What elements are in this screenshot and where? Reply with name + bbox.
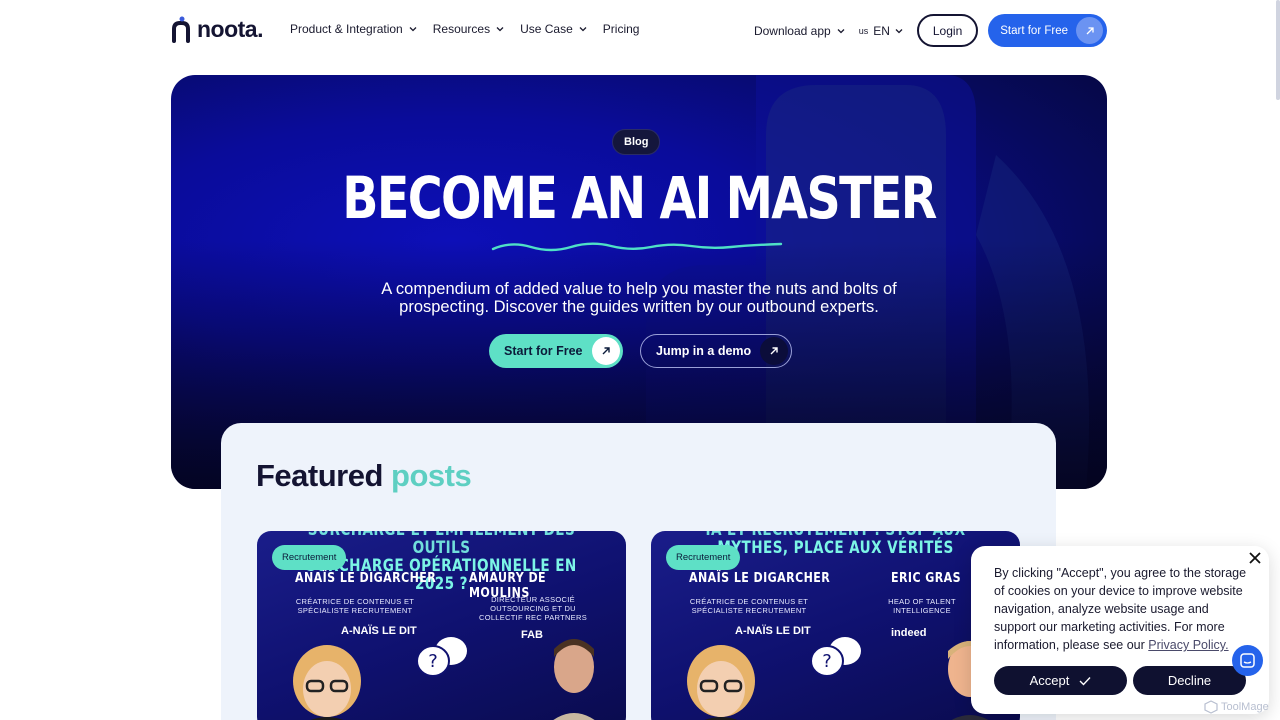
- category-tag[interactable]: Recrutement: [666, 545, 741, 570]
- language-code: EN: [873, 23, 890, 38]
- person2-brand: indeed: [891, 627, 927, 639]
- close-icon[interactable]: [1248, 551, 1262, 565]
- card-header-top: IA ET RECRUTEMENT : STOP AUX: [688, 531, 983, 539]
- chevron-down-icon: [895, 28, 903, 33]
- blog-pill: Blog: [612, 129, 661, 155]
- person1-brand: A-NAÏS LE DIT: [735, 625, 811, 637]
- us-flag-icon: us: [858, 25, 869, 36]
- accept-button[interactable]: Accept: [994, 666, 1127, 695]
- check-icon: [1079, 676, 1091, 686]
- person1-role: CRÉATRICE DE CONTENUS ET SPÉCIALISTE REC…: [689, 597, 809, 615]
- download-app-label: Download app: [753, 23, 831, 38]
- chevron-down-icon: [496, 27, 504, 32]
- cta-label: Start for Free: [1000, 24, 1068, 37]
- nav-link-label: Resources: [432, 22, 491, 36]
- chat-widget-icon[interactable]: [1232, 645, 1263, 676]
- watermark: ToolMage: [1204, 700, 1269, 714]
- logo-text: noota.: [197, 15, 264, 42]
- person2-role: HEAD OF TALENT INTELLIGENCE: [888, 597, 956, 615]
- nav-use-case[interactable]: Use Case: [520, 22, 587, 36]
- arrow-up-right-icon: [760, 337, 789, 365]
- svg-text:?: ?: [428, 651, 438, 672]
- arrow-up-right-icon: [591, 337, 620, 365]
- decline-button[interactable]: Decline: [1133, 666, 1246, 695]
- card-header-main: MYTHES, PLACE AUX VÉRITÉS: [717, 538, 954, 558]
- person2-photo: [553, 639, 595, 720]
- start-for-free-button[interactable]: Start for Free: [988, 14, 1107, 47]
- chevron-down-icon: [837, 28, 845, 33]
- person1-role: CRÉATRICE DE CONTENUS ET SPÉCIALISTE REC…: [295, 597, 415, 615]
- nav-resources[interactable]: Resources: [433, 22, 504, 36]
- featured-posts-title: Featured posts: [256, 458, 472, 494]
- toolmage-logo-icon: [1204, 700, 1218, 714]
- person2-brand: FAB: [521, 629, 543, 641]
- login-button[interactable]: Login: [916, 14, 979, 47]
- svg-text:?: ?: [822, 651, 832, 672]
- person1-name: ANAÏS LE DIGARCHER: [689, 571, 831, 586]
- person2-role: DIRECTEUR ASSOCIÉ OUTSOURCING ET DU COLL…: [478, 595, 587, 622]
- nav-link-label: Pricing: [602, 22, 640, 36]
- post-card[interactable]: IA ET RECRUTEMENT : STOP AUX MYTHES, PLA…: [651, 531, 1020, 720]
- top-nav: noota. Product & Integration Resources U…: [0, 0, 1280, 60]
- post-card[interactable]: SURCHARGE ET EMPILEMENT DES OUTILS SURCH…: [257, 531, 626, 720]
- title-part2: posts: [391, 458, 472, 493]
- title-part1: Featured: [256, 458, 383, 493]
- download-app-dropdown[interactable]: Download app: [754, 24, 845, 38]
- chevron-down-icon: [409, 27, 417, 32]
- hero-subtitle: A compendium of added value to help you …: [381, 280, 897, 316]
- question-bubble-icon: ?: [416, 637, 467, 677]
- person1-name: ANAÏS LE DIGARCHER: [295, 571, 437, 586]
- privacy-policy-link[interactable]: Privacy Policy.: [1148, 638, 1228, 652]
- squiggle-underline-icon: [491, 242, 783, 252]
- watermark-text: ToolMage: [1221, 701, 1269, 713]
- cookie-banner: By clicking "Accept", you agree to the s…: [971, 546, 1269, 714]
- nav-product-integration[interactable]: Product & Integration: [290, 22, 417, 36]
- scrollbar[interactable]: [1276, 0, 1280, 100]
- logo[interactable]: noota.: [171, 15, 264, 43]
- arrow-up-right-icon: [1076, 17, 1103, 44]
- hero-start-for-free-button[interactable]: Start for Free: [489, 334, 623, 368]
- nav-pricing[interactable]: Pricing: [603, 22, 640, 36]
- nav-link-label: Use Case: [520, 22, 573, 36]
- featured-posts-section: Featured posts SURCHARGE ET EMPILEMENT D…: [221, 423, 1056, 720]
- nav-link-label: Product & Integration: [290, 22, 403, 36]
- category-tag[interactable]: Recrutement: [272, 545, 347, 570]
- nav-links: Product & Integration Resources Use Case…: [290, 22, 639, 36]
- button-label: Start for Free: [504, 344, 583, 358]
- button-label: Jump in a demo: [656, 344, 752, 358]
- nav-right: Download app us EN Login Start for Free: [754, 14, 1107, 47]
- person1-photo: [687, 645, 755, 720]
- chevron-down-icon: [579, 27, 587, 32]
- question-bubble-icon: ?: [810, 637, 861, 677]
- person1-brand: A-NAÏS LE DIT: [341, 625, 417, 637]
- cookie-text: By clicking "Accept", you agree to the s…: [994, 564, 1249, 654]
- person2-name: ERIC GRAS: [891, 571, 962, 586]
- hero-title: BECOME AN AI MASTER: [342, 164, 937, 232]
- noota-logo-icon: [172, 16, 190, 43]
- accept-label: Accept: [1029, 673, 1070, 688]
- person1-photo: [293, 645, 361, 720]
- language-selector[interactable]: us EN: [859, 24, 903, 38]
- jump-in-demo-button[interactable]: Jump in a demo: [640, 334, 793, 368]
